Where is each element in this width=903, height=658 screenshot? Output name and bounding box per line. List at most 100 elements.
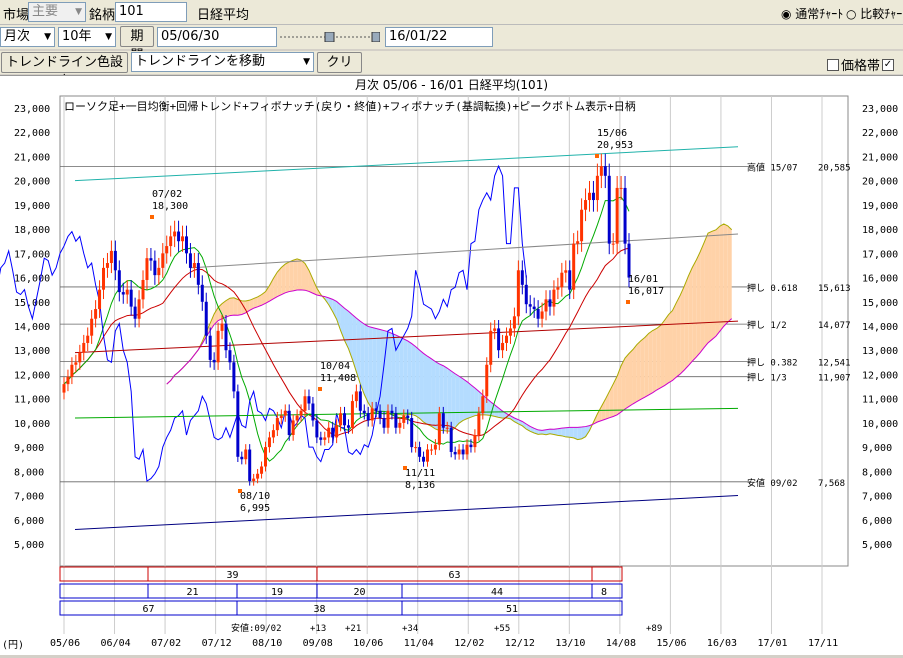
candle-body (343, 413, 347, 426)
cloud-segment (636, 340, 641, 402)
toolbar-row-2: 月次▼ 10年▼ 期間 05/06/30 16/01/22 (0, 25, 903, 63)
y-tick-label-right: 10,000 (862, 419, 898, 430)
cloud-segment (447, 368, 452, 432)
x-tick-label: 15/06 (656, 638, 686, 649)
day-count-label: 20 (354, 587, 366, 598)
day-count-label: 63 (449, 570, 461, 581)
y-tick-label-left: 10,000 (14, 419, 50, 430)
candle-body (204, 301, 208, 336)
candle-body (86, 335, 90, 343)
day-count-label: 21 (187, 587, 199, 598)
y-tick-label-right: 23,000 (862, 104, 898, 115)
candle-body (362, 410, 366, 414)
candle-body (181, 236, 185, 242)
x-tick-label: 12/02 (454, 638, 484, 649)
market-select[interactable]: 主要 ▼ (28, 2, 86, 22)
day-count-label: 38 (314, 604, 326, 615)
cloud-segment (387, 331, 392, 415)
price-chart[interactable]: 23,000 23,000 22,000 22,000 21,000 21,000 20,0… (0, 94, 903, 655)
candle-body (232, 362, 236, 392)
candle-body (335, 425, 339, 438)
candle-body (98, 289, 102, 310)
cloud-segment (656, 325, 661, 391)
date-from-input[interactable]: 05/06/30 (157, 27, 277, 47)
market-label: 市場 (3, 8, 30, 23)
candle-body (422, 456, 426, 462)
cloud-segment (632, 344, 637, 404)
candle-body (157, 267, 161, 276)
candle-body (331, 427, 335, 438)
candle-body (169, 236, 173, 247)
candle-body (591, 192, 595, 201)
radio-normal-chart[interactable]: ◉ 通常ﾁｬｰﾄ (781, 5, 843, 22)
cloud-segment (648, 330, 653, 395)
peak-marker (238, 489, 242, 493)
candle-body (615, 187, 619, 244)
fib-level-label: 押し 1/2 (747, 319, 787, 331)
y-tick-label-right: 15,000 (862, 298, 898, 309)
trendline-action-select[interactable]: トレンドラインを移動 ▼ (131, 52, 314, 72)
candle-body (394, 413, 398, 428)
cloud-segment (474, 387, 479, 416)
y-tick-label-right: 14,000 (862, 322, 898, 333)
cloud-segment (668, 310, 673, 383)
candle-body (224, 323, 228, 351)
trendline-color-button[interactable]: トレンドライン色設定 (1, 52, 128, 89)
candle-body (137, 299, 141, 319)
candle-body (327, 427, 331, 438)
candle-body (196, 263, 200, 285)
candle-body (74, 362, 78, 365)
candle-body (548, 299, 552, 307)
cloud-segment (708, 231, 712, 343)
candle-body (319, 437, 323, 440)
candle-body (275, 418, 279, 431)
date-to-input[interactable]: 16/01/22 (385, 27, 493, 47)
candle-body (627, 243, 631, 278)
x-tick-label: 09/08 (303, 638, 333, 649)
annotation-value: 16,017 (628, 286, 664, 297)
cloud-segment (431, 358, 436, 429)
chart-title: 月次 05/06 - 16/01 日経平均(101) (0, 75, 903, 95)
candle-body (279, 415, 283, 419)
clear-button[interactable]: クリア (317, 52, 362, 89)
y-tick-label-left: 23,000 (14, 104, 50, 115)
market-value: 主要 (32, 4, 59, 19)
cloud-segment (719, 223, 724, 332)
candle-body (248, 449, 252, 482)
candle-body (161, 253, 165, 268)
candle-body (346, 425, 350, 428)
candle-body (437, 413, 441, 445)
candle-body (354, 391, 358, 402)
y-tick-label-left: 20,000 (14, 177, 50, 188)
toolbar-row-3: トレンドライン色設定 トレンドラインを移動▼ クリア 価格帯 ✓尺 (0, 51, 903, 90)
y-tick-label-left: 19,000 (14, 201, 50, 212)
cloud-segment (289, 260, 294, 292)
candle-body (552, 289, 556, 307)
period-type-select[interactable]: 月次 ▼ (0, 27, 55, 47)
chart-area[interactable]: 23,000 23,000 22,000 22,000 21,000 21,000 20,0… (0, 94, 903, 655)
y-tick-label-right: 22,000 (862, 128, 898, 139)
date-range-slider[interactable] (280, 32, 380, 42)
cloud-segment (704, 233, 709, 348)
annotation-value: 18,300 (152, 201, 188, 212)
candle-body (283, 410, 287, 416)
cloud-segment (372, 327, 377, 412)
y-tick-label-left: 8,000 (14, 467, 44, 478)
x-tick-label: 16/03 (707, 638, 737, 649)
radio-compare-chart[interactable]: ○ 比較ﾁｬｰ (846, 5, 902, 22)
candle-body (497, 328, 501, 351)
toolbar-row-1: 市場 主要 ▼ 銘柄 101 日経平均 ◉ 通常ﾁｬｰﾄ ○ 比較ﾁｬｰ (0, 0, 903, 25)
period-button[interactable]: 期間 (120, 26, 154, 63)
candle-body (540, 311, 544, 319)
annotation-date: 10/04 (320, 361, 350, 372)
annotation-date: 15/06 (597, 128, 627, 139)
cloud-segment (241, 300, 246, 315)
cloud-segment (688, 267, 693, 366)
cloud-segment (399, 336, 404, 416)
cloud-segment (672, 302, 677, 381)
cloud-segment (407, 340, 412, 415)
x-tick-label: 07/12 (202, 638, 232, 649)
period-length-select[interactable]: 10年 ▼ (58, 27, 116, 47)
price-band-checkbox[interactable]: 価格帯 (827, 55, 880, 74)
symbol-input[interactable]: 101 (115, 2, 187, 22)
